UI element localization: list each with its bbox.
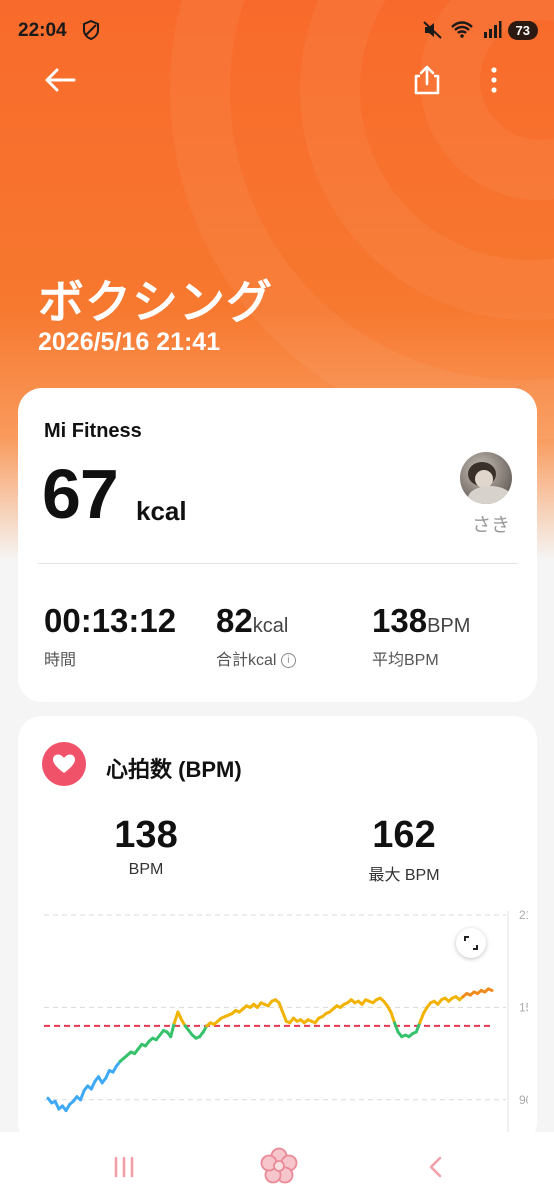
duration-label: 時間 [44,652,77,669]
back-icon[interactable] [416,1150,456,1184]
expand-icon [464,936,478,950]
y-tick-label: 90 [519,1093,528,1107]
heart-icon [42,742,86,786]
avg-bpm-label: 平均BPM [372,652,439,669]
shield-icon [83,20,99,40]
heart-rate-line-segment [169,1021,176,1039]
total-kcal-value: 82 [216,602,253,639]
wifi-icon [450,21,473,38]
stat-duration: 00:13:12 時間 [44,602,177,669]
recents-icon[interactable] [104,1150,144,1184]
heart-rate-line-segment [486,987,494,992]
avatar[interactable] [460,452,512,504]
status-time: 22:04 [18,20,67,41]
signal-icon [483,21,502,38]
y-tick-label: 210 [519,908,528,922]
home-flower-icon[interactable] [258,1146,300,1186]
expand-chart-button[interactable] [456,928,486,958]
hr-max-stat: 162 最大 BPM [354,814,454,885]
info-icon[interactable]: i [280,653,296,669]
hr-max-label: 最大 BPM [368,867,440,884]
status-bar: 22:04 73 [0,0,554,60]
calories-value: 67 [42,455,119,533]
hr-avg-value: 138 [114,814,178,856]
heart-rate-line-segment [389,1010,397,1025]
source-label: Mi Fitness [44,420,142,442]
stat-avg-bpm: 138BPM 平均BPM [372,602,471,669]
avg-bpm-value: 138 [372,602,428,639]
stat-total-kcal: 82kcal 合計kcal i [216,602,296,669]
total-kcal-label: 合計kcal [216,652,277,669]
heart-rate-card[interactable]: 心拍数 (BPM) 138 BPM 162 最大 BPM 210 150 90 [18,716,537,1146]
back-arrow-icon[interactable] [40,62,80,98]
workout-title: ボクシング [38,276,273,328]
total-kcal-unit: kcal [252,615,289,637]
hr-avg-label: BPM [128,861,164,878]
duration-value: 00:13:12 [44,602,177,639]
hr-max-value: 162 [372,814,436,856]
top-navigation [0,60,554,100]
user-name: さき [472,515,511,536]
workout-datetime: 2026/5/16 21:41 [38,328,221,356]
battery-icon: 73 [507,20,538,40]
total-kcal-label-row: 合計kcal i [216,646,296,670]
heart-rate-title: 心拍数 (BPM) [106,757,242,782]
profile-photo [468,462,512,504]
system-nav-bar [0,1132,554,1200]
heart-rate-chart[interactable]: 210 150 90 [38,906,528,1146]
calories-unit: kcal [136,496,187,526]
more-options-icon[interactable] [480,62,508,98]
avg-bpm-unit: BPM [427,615,471,637]
y-tick-label: 150 [519,1000,528,1014]
hr-avg-stat: 138 BPM [96,814,196,879]
summary-card: Mi Fitness 67 kcal さき 00:13:12 時間 82kcal… [18,388,537,702]
divider [38,563,518,564]
mute-icon [422,21,442,39]
share-icon[interactable] [410,62,444,98]
